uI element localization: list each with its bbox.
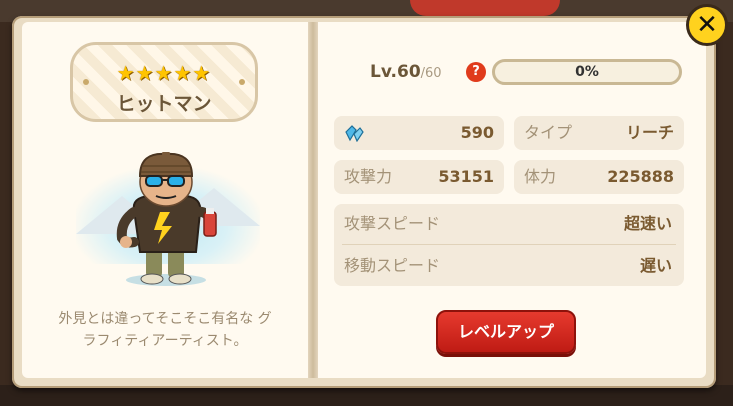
attack-value: 53151 (438, 167, 494, 186)
book-spine (308, 22, 318, 378)
rarity-stars: ★★★★★ (116, 61, 212, 85)
attack-speed-row: 攻撃スピード 超速い (334, 204, 684, 244)
move-speed-row: 移動スピード 遅い (334, 246, 684, 286)
type-stat: タイプ リーチ (514, 116, 684, 150)
background-bottom-bar (0, 385, 733, 406)
background-tab (410, 0, 560, 16)
experience-bar: 0% (492, 59, 682, 85)
divider (342, 244, 676, 245)
type-value: リーチ (625, 123, 674, 142)
hp-value: 225888 (607, 167, 674, 186)
attack-speed-label: 攻撃スピード (344, 214, 441, 233)
character-portrait (116, 152, 217, 286)
cost-value: 590 (460, 123, 494, 142)
character-description: 外見とは違ってそこそこ有名な グ ラフィティアーティスト。 (58, 311, 272, 349)
close-icon: ✕ (696, 10, 718, 40)
character-nameplate: ★★★★★ ヒットマン (70, 42, 258, 122)
cost-stat: 590 (334, 116, 504, 150)
hp-label: 体力 (524, 167, 557, 186)
character-name: ヒットマン (116, 93, 212, 115)
attack-speed-value: 超速い (623, 214, 672, 233)
move-speed-value: 遅い (639, 256, 672, 275)
crystal-icon (345, 125, 364, 142)
help-icon: ? (472, 64, 480, 79)
hp-stat: 体力 225888 (514, 160, 684, 194)
experience-percent: 0% (575, 64, 599, 80)
close-button[interactable]: ✕ (686, 4, 728, 46)
speed-stats: 攻撃スピード 超速い 移動スピード 遅い (334, 204, 684, 286)
level-label: Lv.60/60 (370, 62, 442, 82)
move-speed-label: 移動スピード (344, 256, 441, 275)
help-button[interactable]: ? (466, 62, 486, 82)
attack-label: 攻撃力 (344, 167, 393, 186)
attack-stat: 攻撃力 53151 (334, 160, 504, 194)
type-label: タイプ (524, 123, 573, 142)
level-up-button[interactable]: レベルアップ (436, 310, 576, 354)
